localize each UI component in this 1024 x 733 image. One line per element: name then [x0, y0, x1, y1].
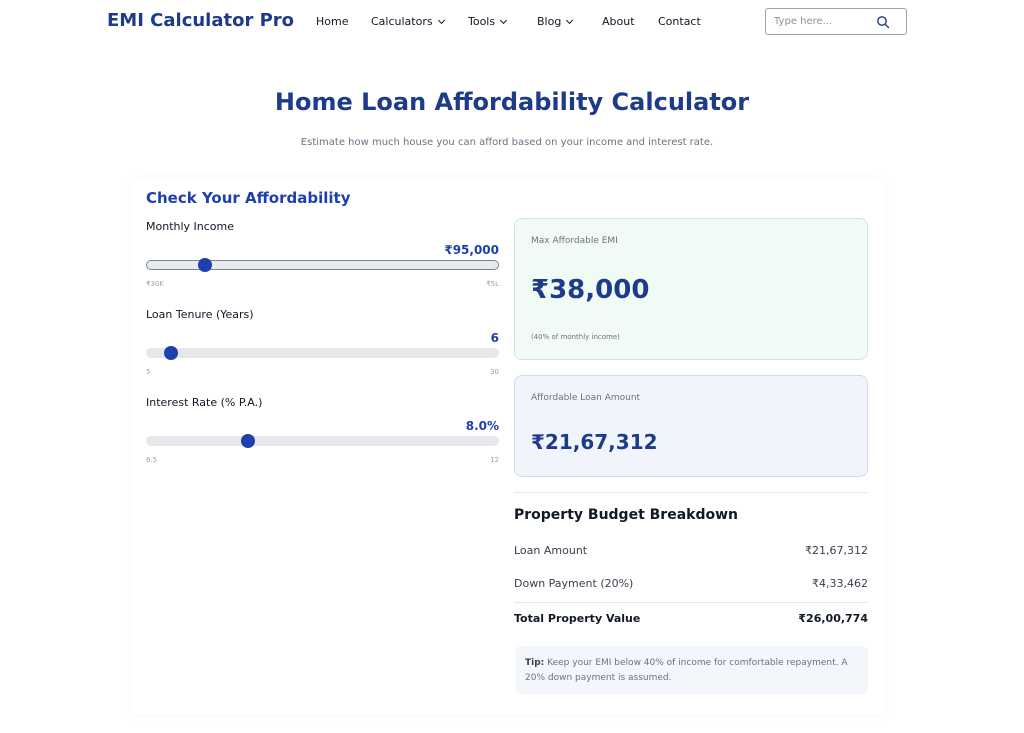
form-title: Check Your Affordability [146, 189, 351, 207]
total-value: ₹26,00,774 [798, 612, 868, 625]
tenure-value: 6 [490, 331, 499, 345]
emi-value: ₹38,000 [531, 275, 650, 305]
nav-calculators-label: Calculators [371, 15, 433, 28]
loan-result-box: Affordable Loan Amount ₹21,67,312 [514, 375, 868, 477]
brand-logo[interactable]: EMI Calculator Pro [107, 10, 294, 31]
income-label: Monthly Income [146, 220, 235, 233]
rate-value: 8.0% [465, 419, 499, 433]
breakdown-row-value: ₹4,33,462 [812, 577, 868, 590]
rate-min: 6.5 [146, 456, 158, 464]
tip-prefix: Tip: [525, 658, 545, 668]
loan-value: ₹21,67,312 [531, 430, 658, 454]
page-subtitle: Estimate how much house you can afford b… [300, 137, 714, 148]
nav-about[interactable]: About [602, 15, 635, 28]
page-title: Home Loan Affordability Calculator [274, 88, 750, 116]
search-input[interactable] [766, 16, 870, 27]
site-header: EMI Calculator Pro Home Calculators Tool… [0, 0, 1024, 44]
nav-contact[interactable]: Contact [658, 15, 701, 28]
tenure-label: Loan Tenure (Years) [146, 308, 254, 321]
chevron-down-icon [500, 16, 508, 24]
nav-contact-label: Contact [658, 15, 701, 28]
breakdown-row-label: Down Payment (20%) [514, 577, 634, 590]
chevron-down-icon [437, 16, 445, 24]
tip-text: Keep your EMI below 40% of income for co… [525, 658, 848, 683]
divider [514, 602, 868, 603]
divider [514, 492, 868, 493]
tip-box: Tip: Keep your EMI below 40% of income f… [515, 646, 868, 694]
rate-max: 12 [490, 456, 499, 464]
nav-home[interactable]: Home [316, 15, 348, 28]
tenure-max: 30 [490, 368, 499, 376]
rate-slider-thumb[interactable] [241, 434, 256, 448]
income-max: ₹5L [486, 280, 499, 288]
total-label: Total Property Value [514, 612, 641, 625]
nav-home-label: Home [316, 15, 349, 28]
nav-calculators[interactable]: Calculators [371, 15, 445, 28]
tenure-slider-thumb[interactable] [163, 346, 178, 360]
breakdown-row-label: Loan Amount [514, 544, 588, 557]
nav-tools[interactable]: Tools [468, 15, 508, 28]
income-slider[interactable] [146, 258, 499, 272]
tenure-min: 5 [146, 368, 151, 376]
nav-blog[interactable]: Blog [537, 15, 574, 28]
emi-note: (40% of monthly income) [531, 333, 620, 341]
emi-label: Max Affordable EMI [531, 236, 618, 246]
search-icon[interactable] [876, 15, 890, 29]
income-value: ₹95,000 [444, 243, 499, 257]
rate-label: Interest Rate (% P.A.) [146, 396, 263, 409]
search-box [765, 8, 907, 35]
tenure-slider[interactable] [146, 346, 499, 360]
nav-tools-label: Tools [468, 15, 496, 28]
chevron-down-icon [566, 16, 574, 24]
loan-label: Affordable Loan Amount [531, 393, 641, 403]
nav-about-label: About [602, 15, 635, 28]
income-slider-thumb[interactable] [197, 258, 212, 272]
income-min: ₹30K [146, 280, 164, 288]
breakdown-row-value: ₹21,67,312 [805, 544, 868, 557]
rate-slider[interactable] [146, 434, 499, 448]
breakdown-title: Property Budget Breakdown [514, 507, 739, 523]
emi-result-box: Max Affordable EMI ₹38,000 (40% of month… [514, 218, 868, 360]
nav-blog-label: Blog [537, 15, 562, 28]
